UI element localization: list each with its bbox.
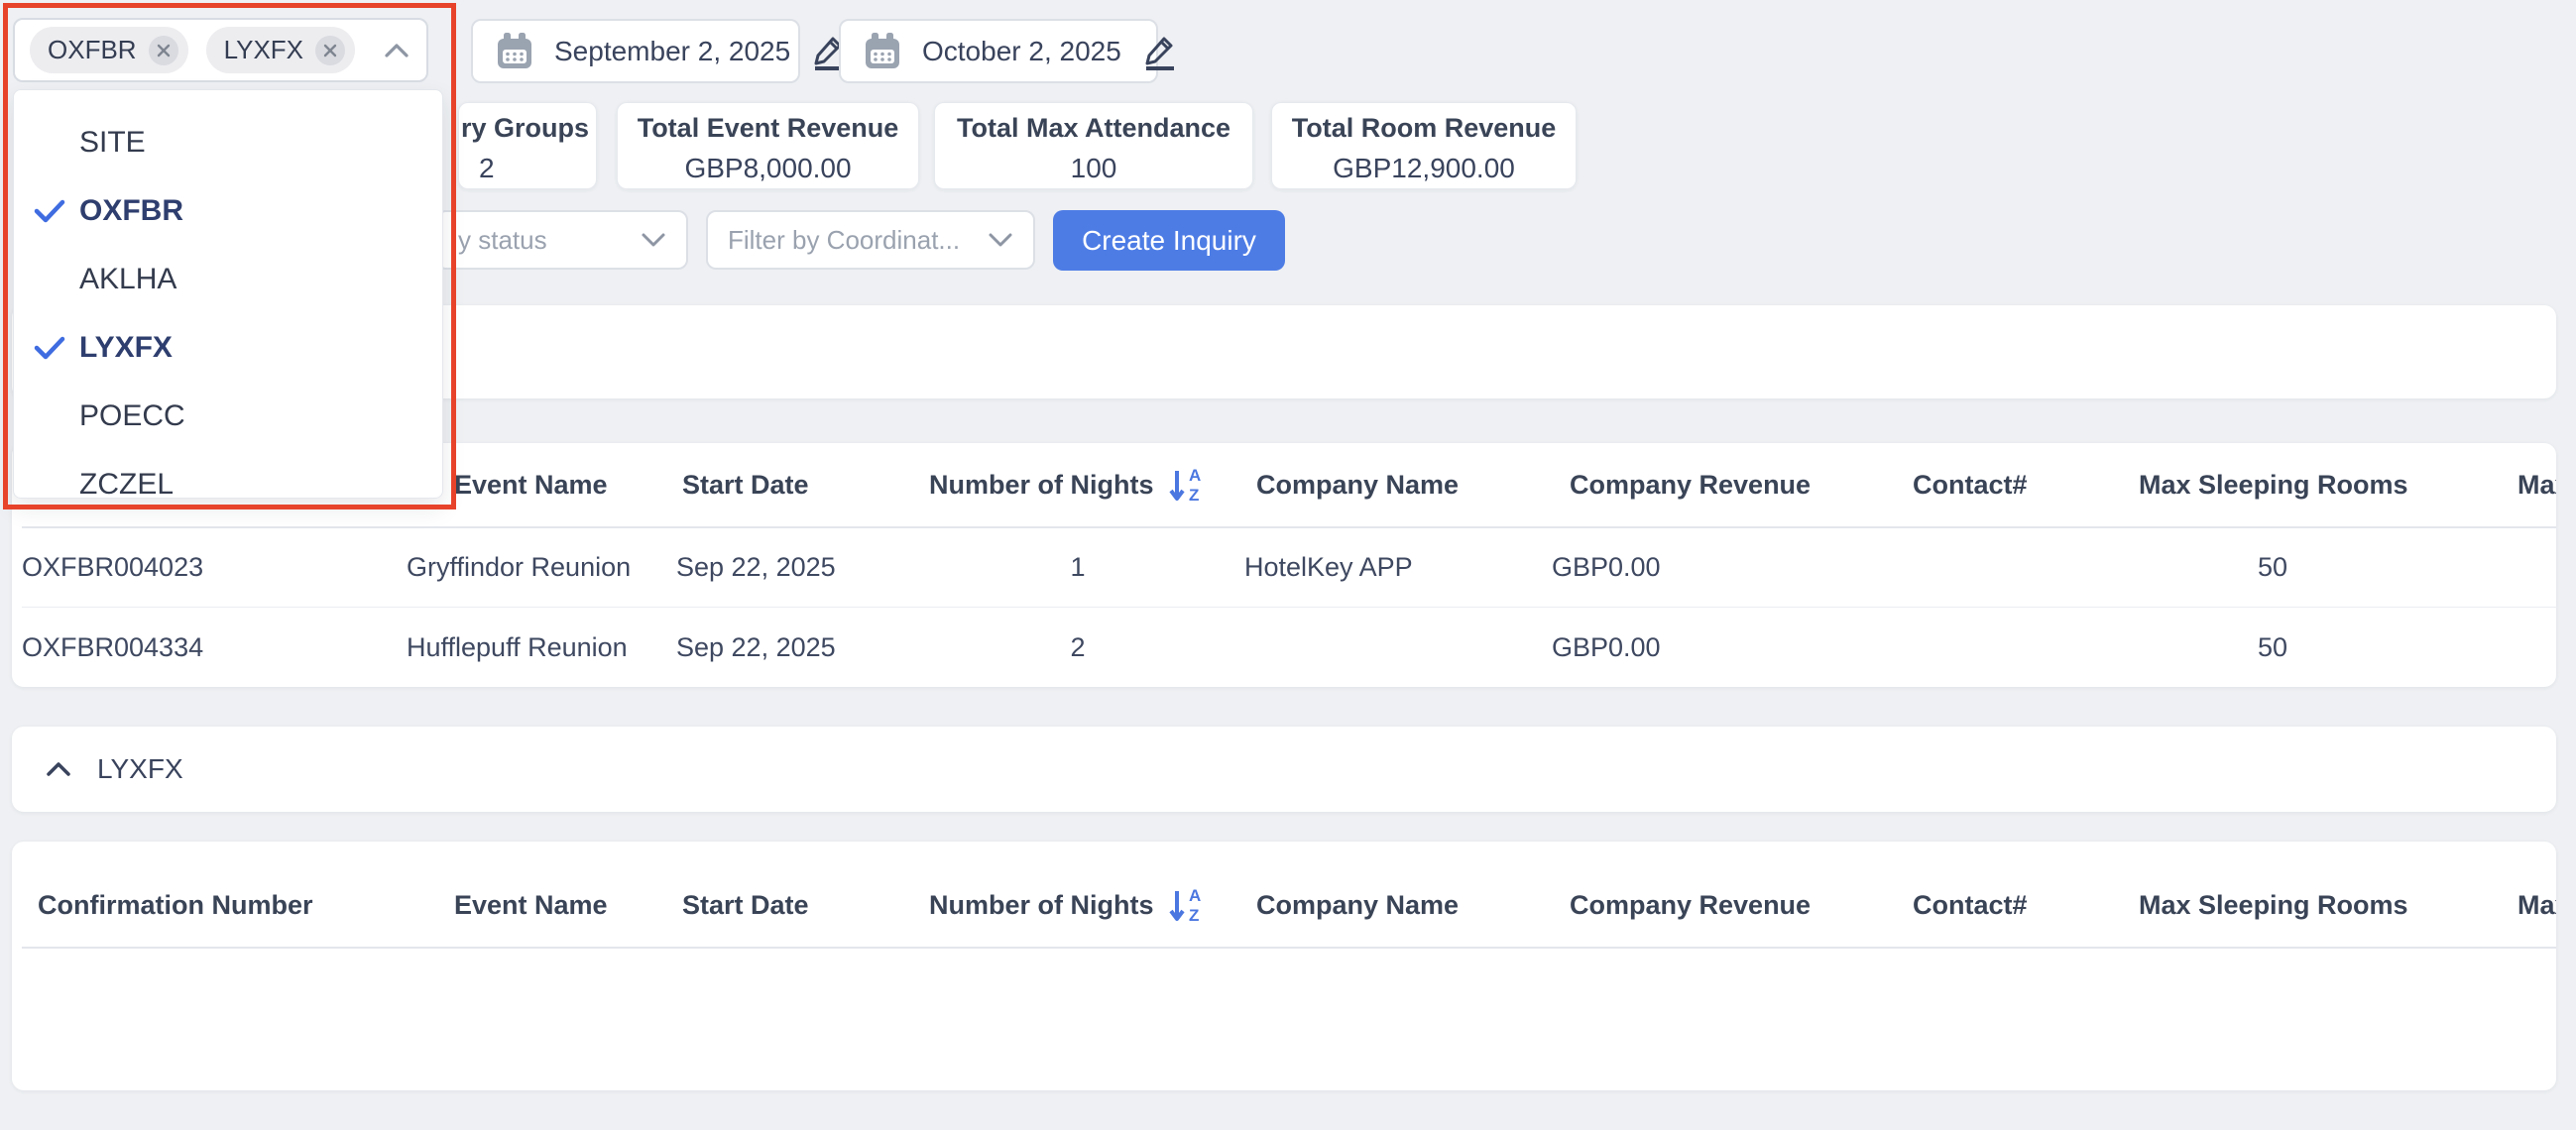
cell-start: Sep 22, 2025 [676, 552, 929, 583]
option-aklha[interactable]: AKLHA [14, 245, 442, 313]
filter-status-placeholder: y status [458, 225, 547, 256]
cell-nights: 1 [929, 552, 1227, 583]
option-lyxfx[interactable]: LYXFX [14, 313, 442, 382]
svg-text:Z: Z [1189, 906, 1199, 925]
stat-value: GBP12,900.00 [1333, 153, 1515, 184]
edit-icon[interactable] [1143, 32, 1177, 71]
cell-nights: 2 [929, 632, 1227, 663]
remove-tag-icon[interactable] [315, 36, 345, 65]
calendar-icon [497, 33, 532, 70]
cell-confirmation: OXFBR004023 [22, 552, 399, 583]
tag-label: LYXFX [224, 35, 303, 65]
column-header[interactable]: Company Name [1227, 470, 1534, 501]
stat-card-event-revenue: Total Event Revenue GBP8,000.00 [617, 102, 919, 189]
cell-start: Sep 22, 2025 [676, 632, 929, 663]
stat-card-inquiry-groups: ry Groups 2 [458, 102, 597, 189]
cell-event: Gryffindor Reunion [399, 552, 676, 583]
stat-card-max-attendance: Total Max Attendance 100 [934, 102, 1253, 189]
checkmark-icon [34, 335, 79, 361]
cell-max-sleeping: 50 [2119, 632, 2426, 663]
start-date-picker[interactable]: September 2, 2025 [471, 19, 800, 83]
stat-value: GBP8,000.00 [684, 153, 851, 184]
filter-by-status-select[interactable]: y status [436, 210, 688, 270]
option-zczel[interactable]: ZCZEL [14, 450, 442, 499]
inquiry-dashboard: September 2, 2025 October 2, 2025 [0, 0, 2576, 1130]
column-header[interactable]: Start Date [676, 890, 929, 921]
end-date-picker[interactable]: October 2, 2025 [839, 19, 1158, 83]
column-header[interactable]: Contact# [1891, 890, 2119, 921]
option-oxfbr[interactable]: OXFBR [14, 176, 442, 245]
table-row[interactable]: OXFBR004334 Hufflepuff Reunion Sep 22, 2… [22, 608, 2556, 687]
selected-tag-lyxfx[interactable]: LYXFX [206, 27, 355, 73]
selected-tag-oxfbr[interactable]: OXFBR [30, 27, 188, 73]
column-header[interactable]: Max [2426, 470, 2556, 501]
column-header[interactable]: Number of Nights A Z [929, 883, 1227, 927]
cell-confirmation: OXFBR004334 [22, 632, 399, 663]
group-header-lyxfx[interactable]: LYXFX [12, 727, 2556, 812]
svg-text:A: A [1189, 466, 1201, 485]
filter-coordinator-placeholder: Filter by Coordinat... [728, 225, 960, 256]
site-multiselect[interactable]: OXFBR LYXFX [13, 18, 428, 82]
stat-title: ry Groups [459, 113, 589, 144]
sort-az-icon[interactable]: A Z [1168, 883, 1206, 927]
end-date-value: October 2, 2025 [922, 36, 1121, 67]
stat-title: Total Max Attendance [957, 113, 1230, 144]
create-inquiry-button[interactable]: Create Inquiry [1053, 210, 1285, 271]
svg-text:A: A [1189, 886, 1201, 905]
chevron-down-icon [988, 232, 1013, 248]
column-header[interactable]: Company Revenue [1534, 890, 1891, 921]
calendar-icon [865, 33, 900, 70]
column-header[interactable]: Contact# [1891, 470, 2119, 501]
cell-max-sleeping: 50 [2119, 552, 2426, 583]
filter-by-coordinator-select[interactable]: Filter by Coordinat... [706, 210, 1035, 270]
inquiry-table-lyxfx: Confirmation Number Event Name Start Dat… [12, 842, 2556, 1090]
column-header[interactable]: Max Sleeping Rooms [2119, 890, 2426, 921]
option-poecc[interactable]: POECC [14, 382, 442, 450]
column-header[interactable]: Event Name [399, 890, 676, 921]
chevron-up-icon[interactable] [383, 42, 410, 59]
site-options-dropdown: SITE OXFBR AKLHA LYXFX POECC ZCZEL [13, 89, 443, 499]
start-date-value: September 2, 2025 [554, 36, 790, 67]
stat-card-room-revenue: Total Room Revenue GBP12,900.00 [1271, 102, 1577, 189]
chevron-down-icon [641, 232, 666, 248]
table-row[interactable]: OXFBR004023 Gryffindor Reunion Sep 22, 2… [22, 528, 2556, 608]
option-site[interactable]: SITE [14, 108, 442, 176]
column-header[interactable]: Number of Nights A Z [929, 463, 1227, 507]
column-header[interactable]: Confirmation Number [22, 890, 399, 921]
collapse-chevron-icon[interactable] [46, 761, 71, 777]
sort-az-icon[interactable]: A Z [1168, 463, 1206, 507]
stat-title: Total Event Revenue [638, 113, 899, 144]
column-header[interactable]: Max [2426, 890, 2556, 921]
column-header[interactable]: Company Revenue [1534, 470, 1891, 501]
cell-company: HotelKey APP [1227, 552, 1534, 583]
cell-event: Hufflepuff Reunion [399, 632, 676, 663]
column-header[interactable]: Max Sleeping Rooms [2119, 470, 2426, 501]
cell-revenue: GBP0.00 [1534, 552, 1891, 583]
cell-revenue: GBP0.00 [1534, 632, 1891, 663]
remove-tag-icon[interactable] [149, 36, 178, 65]
table-header-row: Confirmation Number Event Name Start Dat… [22, 863, 2556, 949]
column-header[interactable]: Company Name [1227, 890, 1534, 921]
checkmark-icon [34, 198, 79, 224]
stat-title: Total Room Revenue [1292, 113, 1557, 144]
group-label: LYXFX [97, 753, 183, 785]
stat-value: 100 [1071, 153, 1117, 184]
svg-text:Z: Z [1189, 486, 1199, 505]
tag-label: OXFBR [48, 35, 137, 65]
column-header[interactable]: Start Date [676, 470, 929, 501]
stat-value: 2 [459, 153, 495, 184]
